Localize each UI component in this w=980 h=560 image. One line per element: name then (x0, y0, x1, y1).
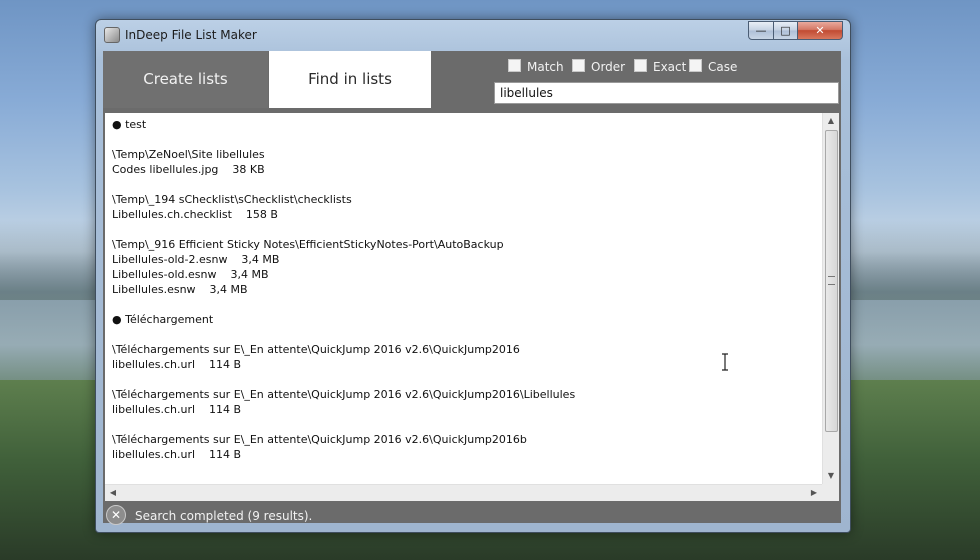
vertical-scrollbar[interactable]: ▲ ▼ (822, 113, 839, 484)
app-icon (104, 27, 120, 43)
result-line[interactable]: ● test (112, 117, 812, 132)
app-window: InDeep File List Maker — □ ✕ Create list… (95, 19, 851, 533)
text-cursor-icon (722, 353, 728, 371)
result-line[interactable]: Codes libellules.jpg 38 KB (112, 162, 812, 177)
result-line[interactable]: \Téléchargements sur E\_En attente\Quick… (112, 387, 812, 402)
result-line[interactable]: Libellules-old-2.esnw 3,4 MB (112, 252, 812, 267)
result-line[interactable]: ● Téléchargement (112, 312, 812, 327)
title-bar[interactable]: InDeep File List Maker — □ ✕ (96, 20, 850, 50)
grip-icon (828, 276, 835, 285)
status-text: Search completed (9 results). (135, 509, 313, 523)
tab-create-lists[interactable]: Create lists (103, 51, 268, 108)
match-checkbox[interactable] (508, 59, 521, 72)
close-button[interactable]: ✕ (797, 21, 843, 40)
result-line[interactable]: libellules.ch.url 114 B (112, 402, 812, 417)
result-spacer (112, 327, 812, 342)
scrollbar-corner (822, 484, 839, 501)
scroll-left-arrow-icon[interactable]: ◀ (105, 485, 121, 501)
exact-label: Exact (653, 60, 687, 74)
result-spacer (112, 372, 812, 387)
result-spacer (112, 297, 812, 312)
order-option[interactable]: Order (572, 59, 625, 76)
vertical-scroll-thumb[interactable] (825, 130, 838, 432)
result-line[interactable]: \Téléchargements sur E\_En attente\Quick… (112, 432, 812, 447)
scroll-up-arrow-icon[interactable]: ▲ (823, 113, 839, 129)
minimize-button[interactable]: — (748, 21, 774, 40)
result-line[interactable]: \Téléchargements sur E\_En attente\Quick… (112, 342, 812, 357)
exact-checkbox[interactable] (634, 59, 647, 72)
result-line[interactable]: \Temp\ZeNoel\Site libellules (112, 147, 812, 162)
scroll-right-arrow-icon[interactable]: ▶ (806, 485, 822, 501)
results-list[interactable]: ● test \Temp\ZeNoel\Site libellules Codes … (112, 117, 812, 462)
result-line[interactable]: \Temp\_194 sChecklist\sChecklist\checkli… (112, 192, 812, 207)
case-label: Case (708, 60, 738, 74)
result-line[interactable]: \Temp\_916 Efficient Sticky Notes\Effici… (112, 237, 812, 252)
exact-option[interactable]: Exact (634, 59, 686, 76)
case-checkbox[interactable] (689, 59, 702, 72)
result-spacer (112, 132, 812, 147)
match-option[interactable]: Match (508, 59, 564, 76)
result-spacer (112, 177, 812, 192)
order-checkbox[interactable] (572, 59, 585, 72)
match-label: Match (527, 60, 564, 74)
result-line[interactable]: Libellules.ch.checklist 158 B (112, 207, 812, 222)
case-option[interactable]: Case (689, 59, 737, 76)
search-input[interactable] (494, 82, 839, 104)
result-line[interactable]: libellules.ch.url 114 B (112, 447, 812, 462)
maximize-button[interactable]: □ (773, 21, 798, 40)
result-line[interactable]: Libellules.esnw 3,4 MB (112, 282, 812, 297)
horizontal-scrollbar[interactable]: ◀ ▶ (105, 484, 822, 501)
client-area: Create lists Find in lists Match Order E… (103, 51, 841, 525)
scroll-down-arrow-icon[interactable]: ▼ (823, 468, 839, 484)
close-circle-icon[interactable]: ✕ (106, 505, 126, 525)
result-spacer (112, 417, 812, 432)
results-panel[interactable]: ● test \Temp\ZeNoel\Site libellules Codes … (105, 113, 839, 501)
result-spacer (112, 222, 812, 237)
order-label: Order (591, 60, 626, 74)
result-line[interactable]: libellules.ch.url 114 B (112, 357, 812, 372)
window-title: InDeep File List Maker (125, 28, 257, 42)
tab-find-in-lists[interactable]: Find in lists (269, 51, 431, 108)
result-line[interactable]: Libellules-old.esnw 3,4 MB (112, 267, 812, 282)
